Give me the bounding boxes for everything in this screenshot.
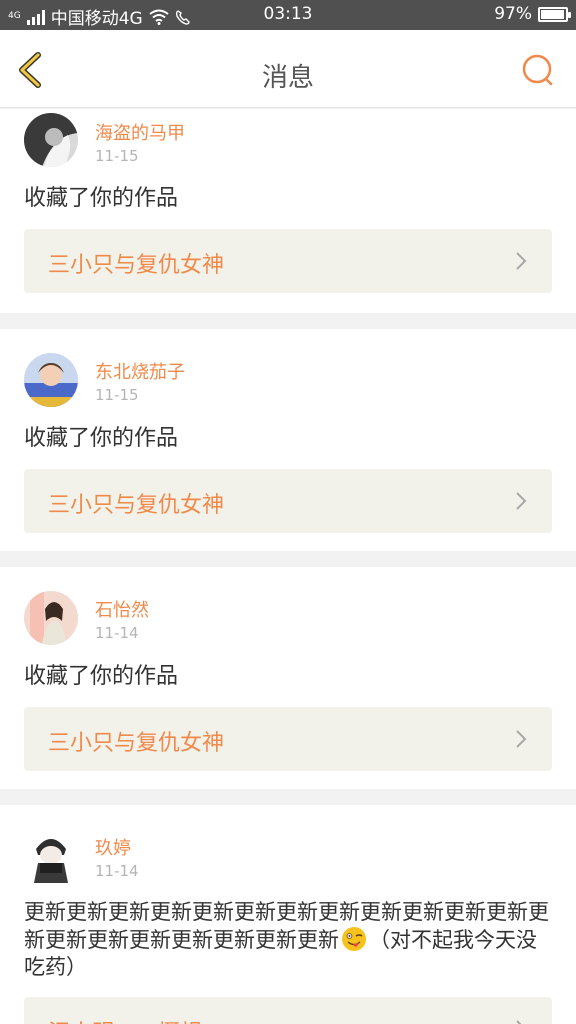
message-header: 石怡然 11-14 [24, 585, 552, 651]
status-time: 03:13 [263, 4, 313, 24]
work-link[interactable]: 三小只与复仇女神 [24, 707, 552, 771]
page-title: 消息 [261, 63, 314, 93]
chevron-right-icon [516, 1020, 522, 1024]
message-date: 11-14 [95, 624, 139, 642]
user-avatar[interactable] [24, 591, 78, 645]
user-name[interactable]: 东北烧茄子 [95, 358, 185, 384]
message-action: 收藏了你的作品 [24, 186, 179, 211]
work-link[interactable]: 三小只与复仇女神 [24, 469, 552, 533]
message-action: 收藏了你的作品 [24, 664, 179, 689]
search-icon[interactable] [520, 52, 556, 88]
work-link[interactable]: 三小只与复仇女神 [24, 229, 552, 293]
status-right: 97% [494, 4, 571, 24]
nav-bar: 消息 [0, 30, 576, 108]
message-date: 11-15 [95, 386, 139, 404]
message-card: 石怡然 11-14 收藏了你的作品 三小只与复仇女神 [0, 567, 576, 789]
chevron-right-icon [516, 252, 527, 270]
message-list[interactable]: 海盗的马甲 11-15 收藏了你的作品 三小只与复仇女神 东北烧茄子 11-15… [0, 109, 576, 1024]
user-name[interactable]: 玖婷 [95, 834, 131, 860]
status-bar: 4G 中国移动4G 03:13 97% [0, 0, 576, 30]
user-name[interactable]: 海盗的马甲 [95, 119, 185, 145]
battery-icon [538, 6, 571, 22]
message-text: 更新更新更新更新更新更新更新更新更新更新更新更新更新更新更新更新更新更新更新更新… [24, 889, 552, 997]
user-name[interactable]: 石怡然 [95, 596, 149, 622]
message-card: 海盗的马甲 11-15 收藏了你的作品 三小只与复仇女神 [0, 109, 576, 313]
work-title: 三小只与复仇女神 [48, 493, 225, 518]
message-date: 11-15 [95, 147, 139, 165]
winking-tongue-emoji-icon [342, 927, 366, 951]
work-title: 三小只与复仇女神 [48, 253, 225, 278]
message-date: 11-14 [95, 862, 139, 880]
message-header: 海盗的马甲 11-15 [24, 109, 552, 171]
message-header: 玖婷 11-14 [24, 823, 552, 889]
user-avatar[interactable] [24, 353, 78, 407]
chevron-right-icon [516, 730, 527, 748]
work-title: 三小只与复仇女神 [48, 731, 225, 756]
user-avatar[interactable] [24, 829, 78, 883]
message-action: 收藏了你的作品 [24, 426, 179, 451]
battery-percent: 97% [494, 4, 532, 24]
message-header: 东北烧茄子 11-15 [24, 347, 552, 413]
chevron-right-icon [516, 492, 527, 510]
work-title: 泥人明——摄规 [48, 1015, 202, 1024]
message-card: 东北烧茄子 11-15 收藏了你的作品 三小只与复仇女神 [0, 329, 576, 551]
work-link[interactable]: 泥人明——摄规 [24, 997, 552, 1024]
message-card: 玖婷 11-14 更新更新更新更新更新更新更新更新更新更新更新更新更新更新更新更… [0, 805, 576, 1024]
user-avatar[interactable] [24, 113, 78, 167]
